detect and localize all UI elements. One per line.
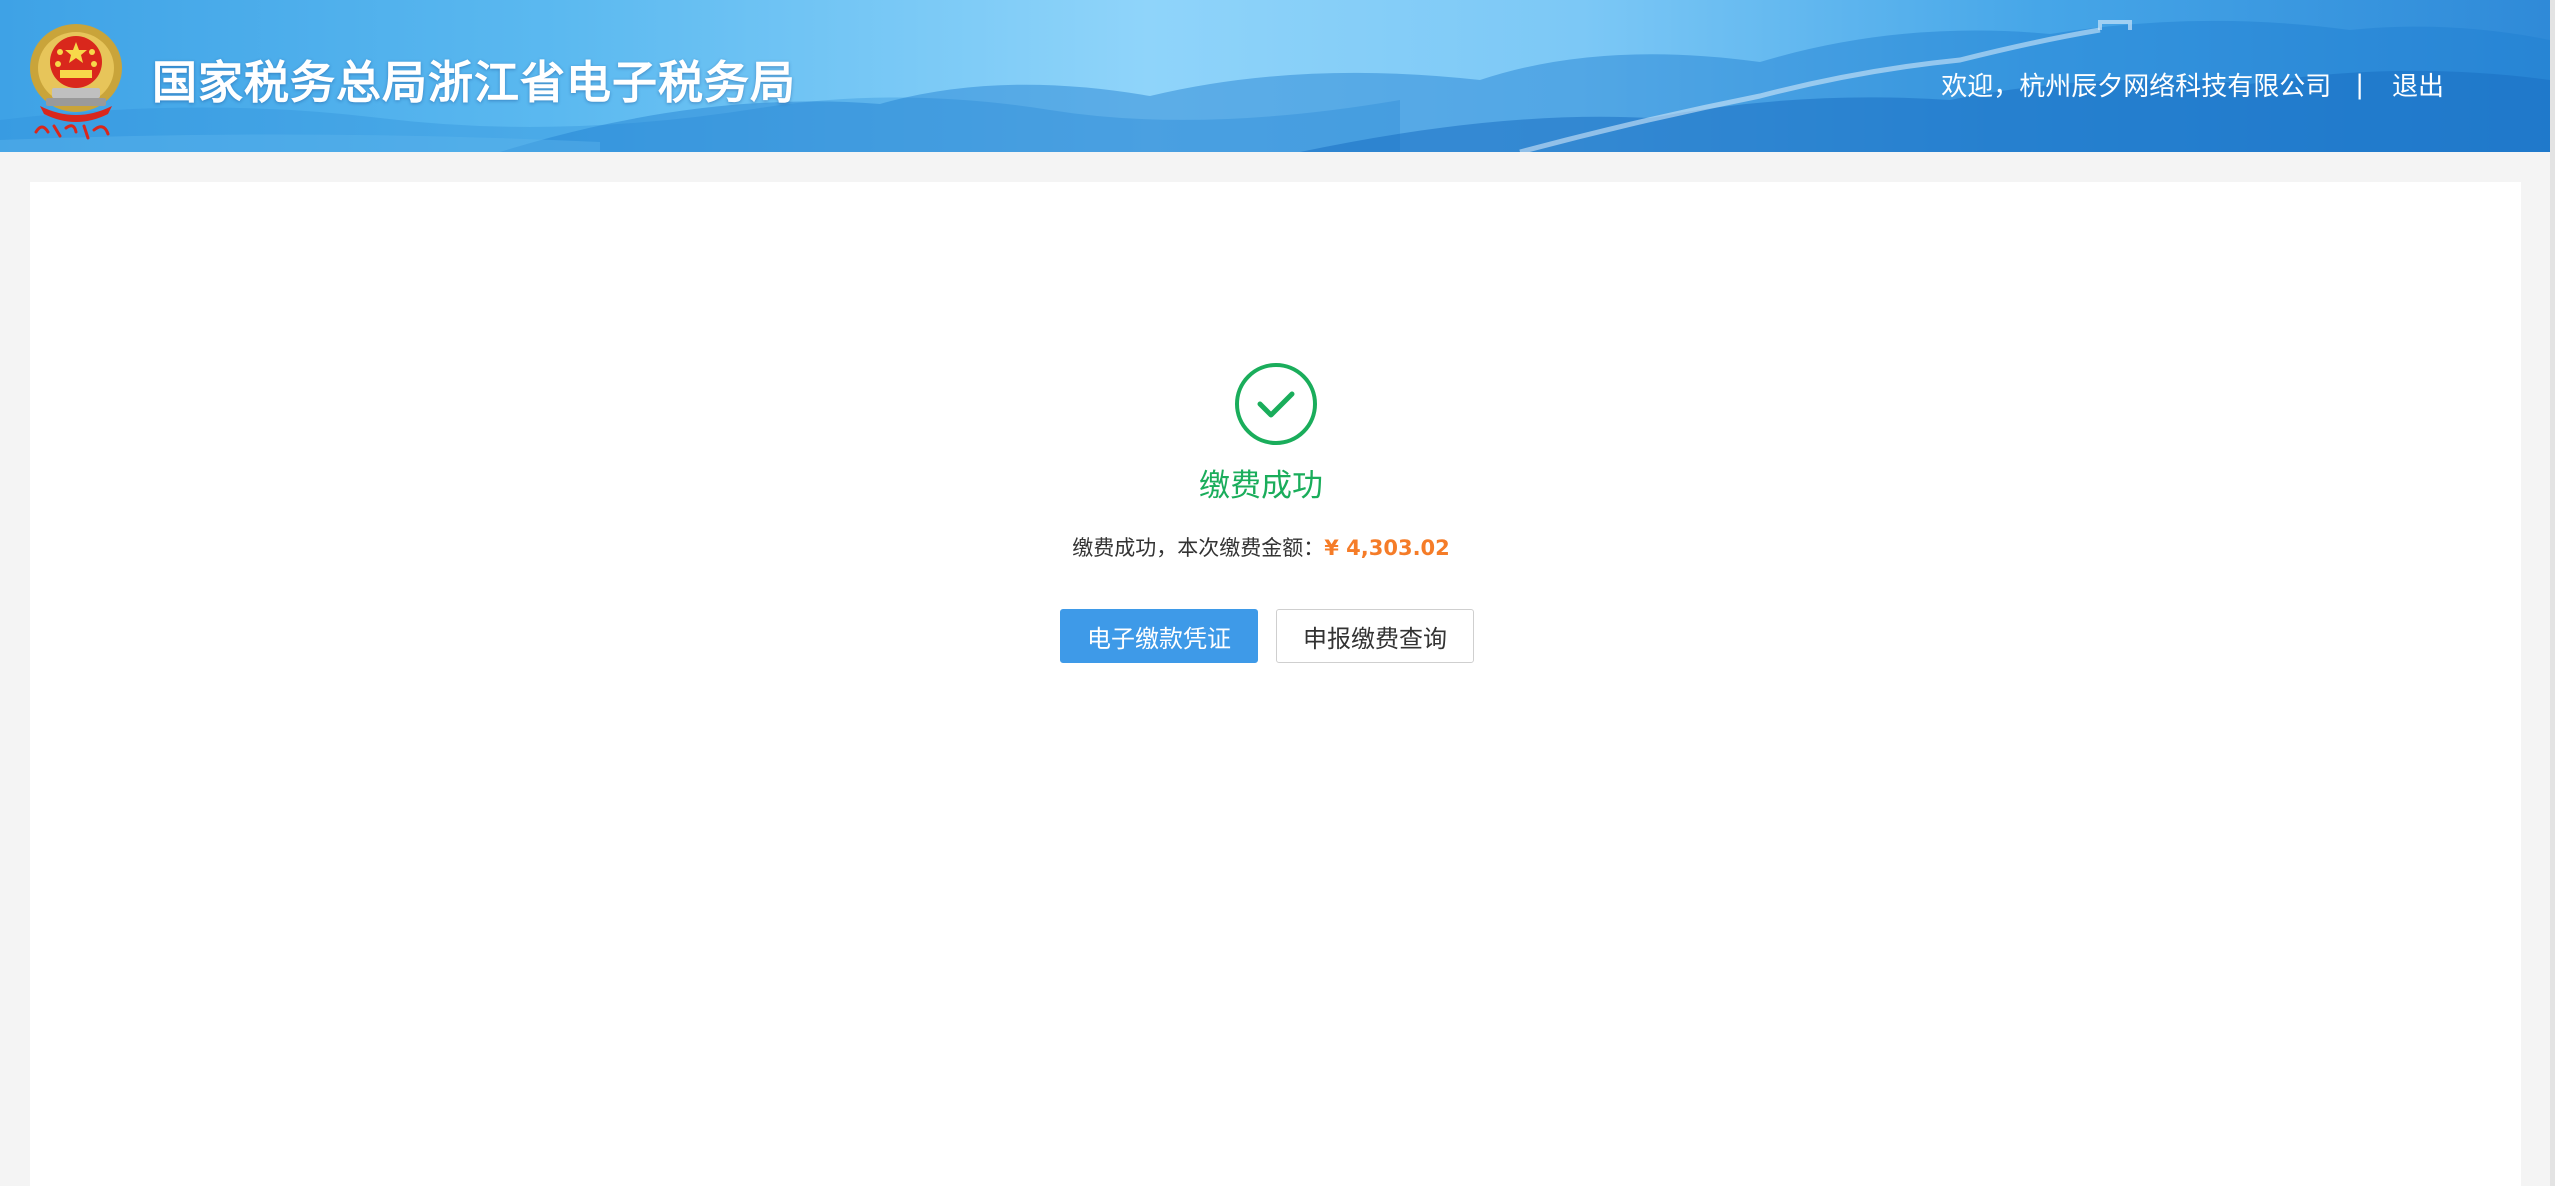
- user-bar: 欢迎，杭州辰夕网络科技有限公司 | 退出: [1941, 66, 2444, 103]
- payment-amount: ¥ 4,303.02: [1324, 536, 1450, 560]
- site-header: 国家税务总局浙江省电子税务局 欢迎，杭州辰夕网络科技有限公司 | 退出: [0, 0, 2550, 152]
- result-message-text: 缴费成功，本次缴费金额：: [1072, 536, 1325, 560]
- result-message: 缴费成功，本次缴费金额：¥ 4,303.02: [30, 532, 2492, 562]
- electronic-voucher-button[interactable]: 电子缴款凭证: [1060, 609, 1258, 663]
- result-title: 缴费成功: [1199, 468, 1323, 504]
- logout-link[interactable]: 退出: [2392, 66, 2444, 103]
- success-check-icon: [1234, 362, 1318, 446]
- scrollbar[interactable]: [2550, 0, 2555, 1186]
- site-title: 国家税务总局浙江省电子税务局: [152, 56, 797, 109]
- tax-emblem-icon: [26, 14, 130, 140]
- separator: |: [2355, 69, 2364, 100]
- declaration-payment-query-button[interactable]: 申报缴费查询: [1276, 609, 1474, 663]
- result-card: 缴费成功 缴费成功，本次缴费金额：¥ 4,303.02 电子缴款凭证 申报缴费查…: [30, 182, 2521, 1186]
- welcome-text: 欢迎，杭州辰夕网络科技有限公司: [1941, 72, 2332, 102]
